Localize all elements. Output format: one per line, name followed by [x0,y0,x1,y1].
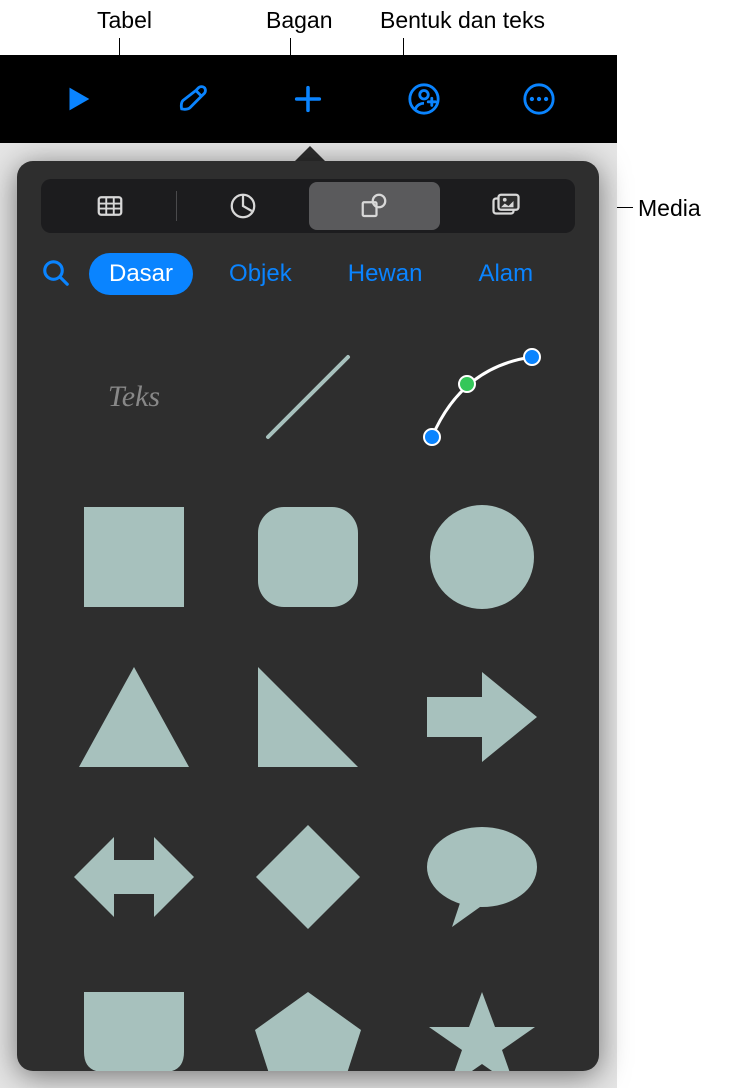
main-toolbar [0,55,617,143]
callout-bagan: Bagan [266,7,333,34]
right-triangle-icon [253,662,363,772]
format-button[interactable] [171,77,215,121]
text-shape-label: Teks [108,380,160,414]
segment-table[interactable] [44,182,176,230]
square-icon [79,502,189,612]
shape-category-row: Dasar Objek Hewan Alam [17,233,599,307]
paintbrush-icon [176,82,210,116]
diamond-icon [253,822,363,932]
shape-tab[interactable] [57,977,211,1071]
search-button[interactable] [41,258,73,290]
chart-pie-icon [228,191,258,221]
insert-button[interactable] [286,77,330,121]
circle-icon [427,502,537,612]
segment-shapes[interactable] [309,182,441,230]
shape-pentagon[interactable] [231,977,385,1071]
rounded-square-icon [253,502,363,612]
popover-arrow [294,146,326,162]
triangle-icon [74,662,194,772]
photo-icon [491,191,521,221]
shape-diamond[interactable] [231,817,385,937]
shape-circle[interactable] [405,497,559,617]
plus-icon [291,82,325,116]
shape-star[interactable] [405,977,559,1071]
speech-bubble-icon [422,822,542,932]
play-button[interactable] [56,77,100,121]
shape-arrow-right[interactable] [405,657,559,777]
callout-media: Media [638,195,701,222]
collaborate-button[interactable] [402,77,446,121]
annotation-callouts: Tabel Bagan Bentuk dan teks [0,0,739,55]
shape-arrow-bidirectional[interactable] [57,817,211,937]
tab-shape-icon [79,992,189,1071]
shape-speech-bubble[interactable] [405,817,559,937]
insert-type-segments [41,179,575,233]
arrow-right-icon [422,662,542,772]
shape-triangle[interactable] [57,657,211,777]
category-hewan[interactable]: Hewan [328,253,443,295]
shapes-grid: Teks [17,307,599,1071]
more-button[interactable] [517,77,561,121]
shape-line[interactable] [231,337,385,457]
category-dasar[interactable]: Dasar [89,253,193,295]
play-icon [61,82,95,116]
shape-icon [359,191,389,221]
line-icon [253,342,363,452]
shape-square[interactable] [57,497,211,617]
pentagon-icon [253,992,363,1071]
shape-rounded-square[interactable] [231,497,385,617]
callout-tabel: Tabel [97,7,152,34]
segment-media[interactable] [440,182,572,230]
person-add-icon [407,82,441,116]
shape-text[interactable]: Teks [57,337,211,457]
category-alam[interactable]: Alam [458,253,553,295]
table-icon [95,191,125,221]
curve-icon [417,342,547,452]
insert-popover: Dasar Objek Hewan Alam Teks [17,161,599,1071]
segment-chart[interactable] [177,182,309,230]
ellipsis-circle-icon [522,82,556,116]
shape-right-triangle[interactable] [231,657,385,777]
star-icon [427,992,537,1071]
callout-bentuk-teks: Bentuk dan teks [380,7,545,34]
category-objek[interactable]: Objek [209,253,312,295]
search-icon [41,258,71,288]
arrow-bidirectional-icon [69,822,199,932]
shape-curve[interactable] [405,337,559,457]
